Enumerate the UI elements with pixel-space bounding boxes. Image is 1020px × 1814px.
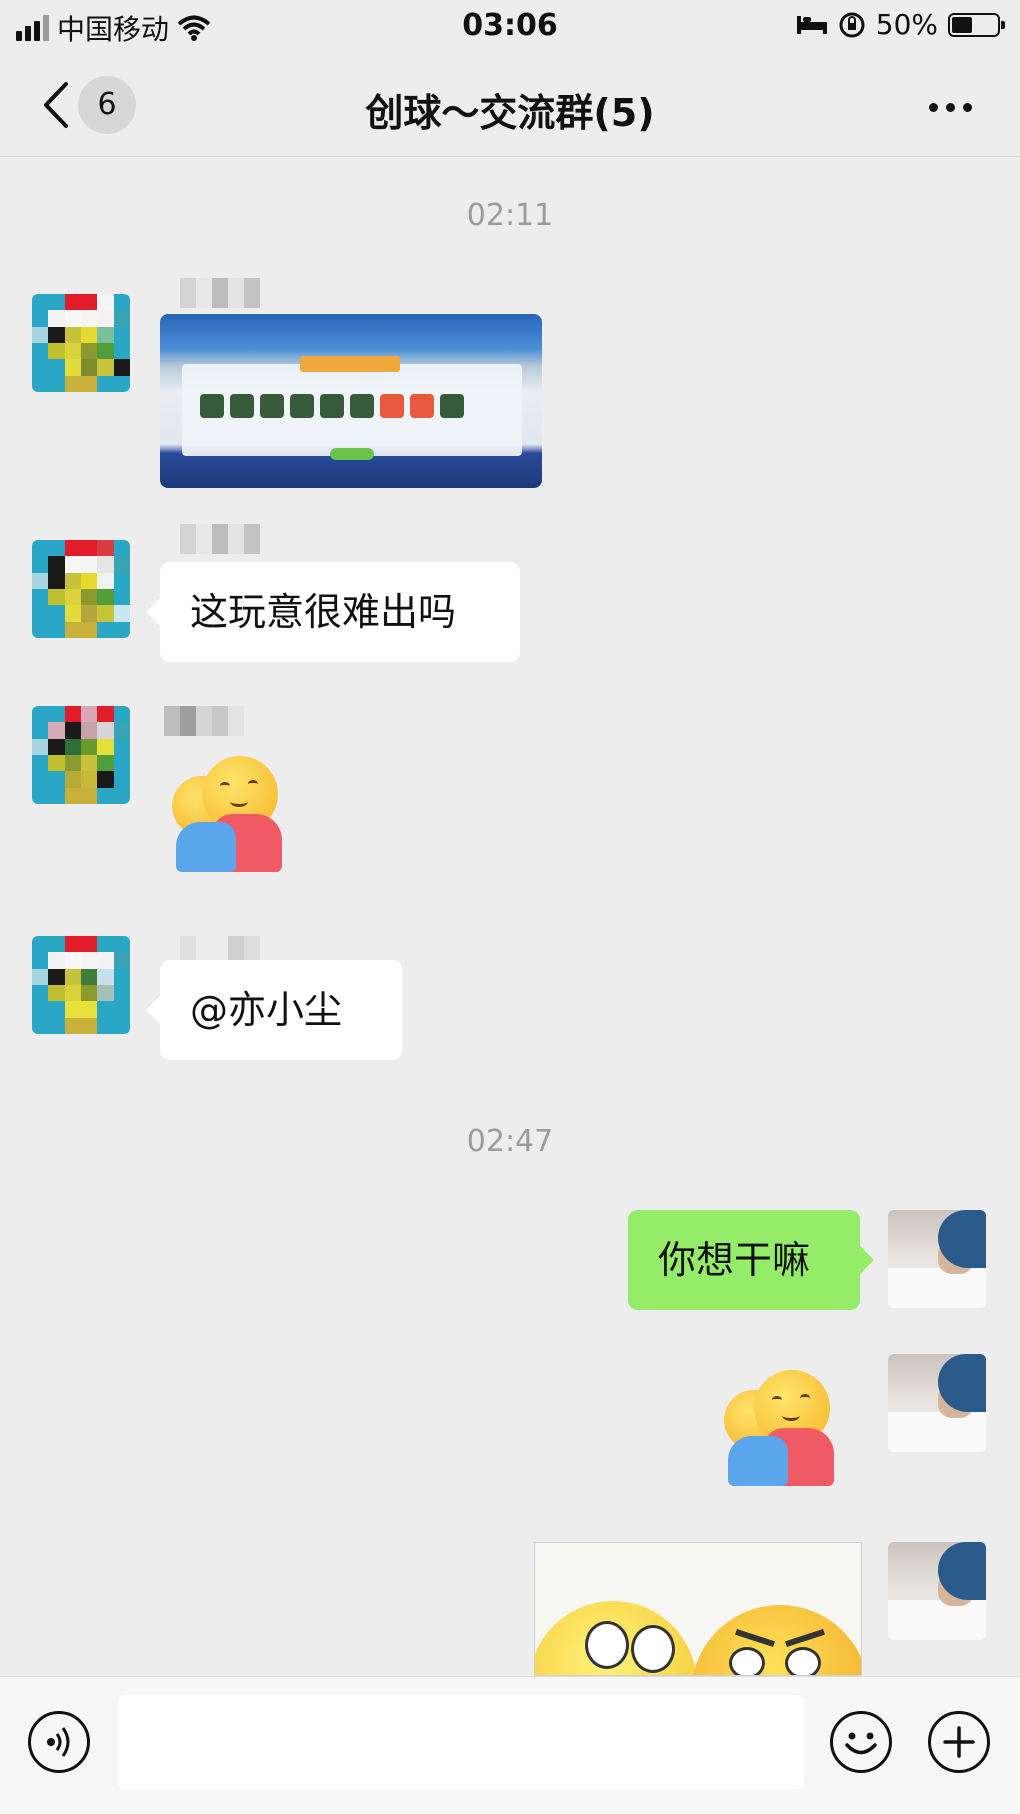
more-dot-icon (928, 102, 938, 112)
my-avatar[interactable] (888, 1210, 986, 1308)
voice-icon (47, 1727, 70, 1757)
chat-header: 6 创球～交流群(5) (0, 56, 1020, 157)
game-screenshot-image[interactable] (160, 314, 542, 488)
voice-button[interactable] (28, 1711, 90, 1773)
timestamp: 02:11 (466, 198, 554, 233)
plus-icon (943, 1726, 975, 1758)
hug-sticker[interactable] (724, 1370, 844, 1490)
my-message-bubble[interactable]: 你想干嘛 (628, 1210, 874, 1310)
status-right: 50% (796, 8, 1005, 41)
message-bubble[interactable]: 这玩意很难出吗 (146, 562, 520, 662)
battery-percent: 50% (875, 8, 938, 41)
emoji-faces-image[interactable] (534, 1542, 862, 1676)
chat-title: 创球～交流群(5) (365, 91, 655, 135)
dialog-tab (300, 356, 400, 372)
input-bar (0, 1676, 1020, 1814)
sender-name (180, 524, 260, 554)
hug-sticker[interactable] (172, 756, 292, 876)
my-avatar[interactable] (888, 1542, 986, 1640)
more-button[interactable] (920, 92, 980, 122)
bed-icon (796, 15, 827, 34)
timestamp: 02:47 (466, 1124, 554, 1159)
my-avatar[interactable] (888, 1354, 986, 1452)
battery-icon (948, 12, 1005, 37)
more-dot-icon (945, 102, 955, 112)
sender-name (164, 706, 244, 736)
avatar[interactable] (32, 540, 130, 638)
message-bubble[interactable]: @亦小尘 (146, 960, 402, 1060)
confirm-button (330, 448, 374, 460)
emoji-button[interactable] (830, 1711, 892, 1773)
message-input[interactable] (118, 1695, 804, 1789)
more-actions-button[interactable] (928, 1711, 990, 1773)
sender-name (180, 278, 260, 308)
rotation-lock-icon (839, 12, 865, 37)
status-bar: 中国移动 03:06 50% (0, 0, 1020, 56)
more-dot-icon (962, 102, 972, 112)
avatar[interactable] (32, 294, 130, 392)
avatar[interactable] (32, 706, 130, 804)
smiley-icon (845, 1732, 877, 1755)
avatar[interactable] (32, 936, 130, 1034)
